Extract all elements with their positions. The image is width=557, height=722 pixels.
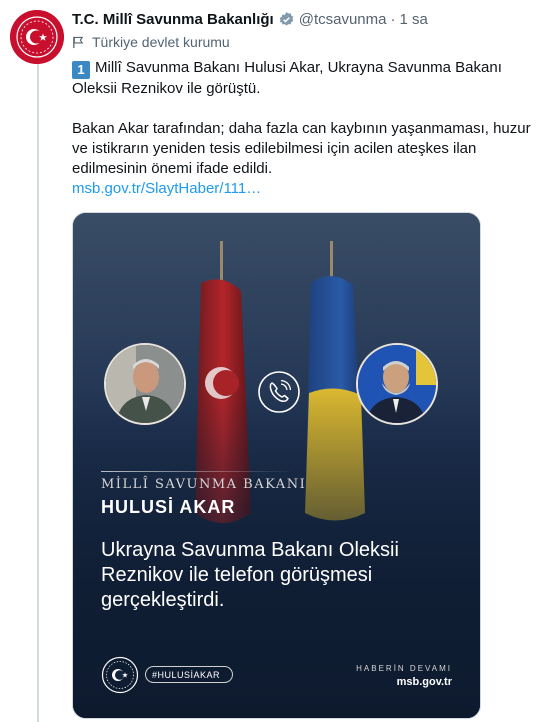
tweet-text: 1 Millî Savunma Bakanı Hulusi Akar, Ukray… xyxy=(72,58,547,199)
card-headline-line: Reznikov ile telefon görüşmesi xyxy=(101,564,373,586)
card-subtitle: MİLLÎ SAVUNMA BAKANI xyxy=(101,477,307,492)
author-name[interactable]: T.C. Millî Savunma Bakanlığı xyxy=(72,11,274,28)
card-headline-line: gerçekleştirdi. xyxy=(101,589,225,611)
card-headline-line: Ukrayna Savunma Bakanı Oleksii xyxy=(101,539,399,561)
separator-dot: · xyxy=(390,10,396,28)
more-news-label: HABERİN DEVAMI xyxy=(356,664,452,673)
tweet-timestamp[interactable]: 1 sa xyxy=(399,11,427,28)
msb-emblem-icon xyxy=(10,10,64,64)
flag-icon xyxy=(73,36,84,48)
media-card[interactable]: MİLLÎ SAVUNMA BAKANI HULUSİ AKAR Ukrayna… xyxy=(72,212,481,719)
portrait-akar xyxy=(104,343,186,425)
thread-line xyxy=(37,64,39,722)
affiliation-label[interactable]: Türkiye devlet kurumu xyxy=(72,34,230,50)
title-divider xyxy=(101,471,295,472)
card-name: HULUSİ AKAR xyxy=(101,497,236,517)
flags-background-image xyxy=(73,213,480,718)
phone-call-icon xyxy=(258,371,300,413)
affiliation-text: Türkiye devlet kurumu xyxy=(92,34,230,50)
card-headline: Ukrayna Savunma Bakanı Oleksii Reznikov … xyxy=(101,538,461,613)
avatar[interactable] xyxy=(10,10,64,64)
verified-badge-icon xyxy=(279,11,293,26)
tweet-header: T.C. Millî Savunma Bakanlığı @tcsavunma … xyxy=(72,9,428,29)
tweet-link[interactable]: msb.gov.tr/SlaytHaber/111… xyxy=(72,180,261,197)
more-news-site: msb.gov.tr xyxy=(396,676,452,688)
keycap-number-icon: 1 xyxy=(72,61,90,79)
portrait-reznikov xyxy=(356,343,438,425)
tweet-text-paragraph2: Bakan Akar tarafından; daha fazla can ka… xyxy=(72,120,531,177)
author-handle[interactable]: @tcsavunma xyxy=(299,11,387,28)
msb-logo-icon xyxy=(101,656,139,694)
hashtag-pill: #HULUSİAKAR xyxy=(145,666,234,683)
tweet-text-line1: Millî Savunma Bakanı Hulusi Akar, Ukrayn… xyxy=(72,59,502,97)
